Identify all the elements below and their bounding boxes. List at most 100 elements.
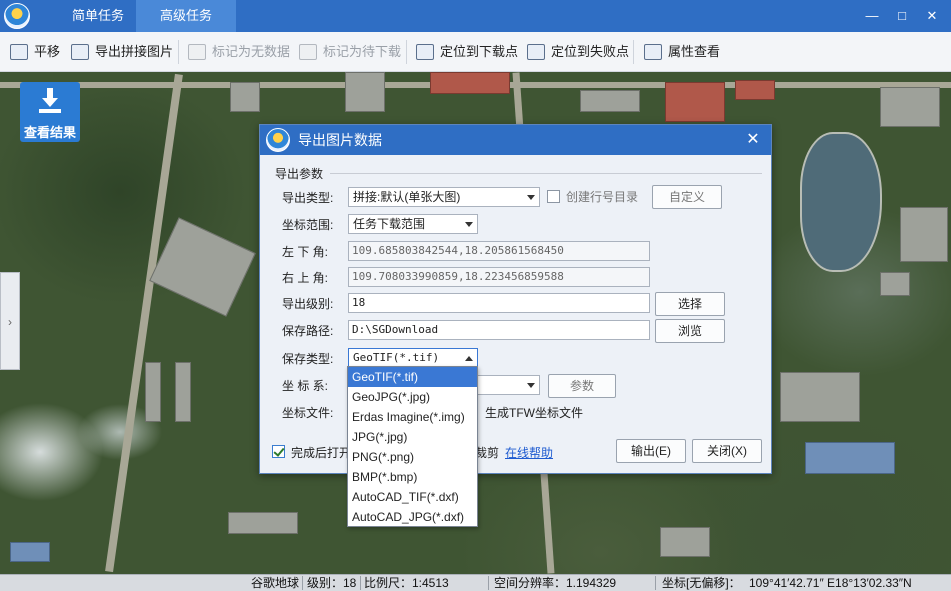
download-icon bbox=[39, 88, 61, 113]
coord-range-value: 任务下载范围 bbox=[353, 217, 426, 231]
save-type-option[interactable]: GeoJPG(*.jpg) bbox=[348, 387, 477, 407]
chevron-up-icon bbox=[465, 356, 473, 361]
side-panel-toggle[interactable]: › bbox=[0, 272, 20, 370]
status-bar: 谷歌地球 级别：18 比例尺：1:4513 空间分辨率：1.194329 坐标[… bbox=[0, 574, 951, 591]
map-building bbox=[228, 512, 298, 534]
map-building bbox=[780, 372, 860, 422]
coord-sys-label: 坐 标 系: bbox=[282, 379, 329, 393]
export-image-icon bbox=[71, 44, 89, 60]
tfw-label: 生成TFW坐标文件 bbox=[485, 406, 583, 420]
map-building bbox=[580, 90, 640, 112]
save-type-label: 保存类型: bbox=[282, 352, 334, 366]
properties-button[interactable]: 属性查看 bbox=[644, 41, 720, 63]
pan-button[interactable]: 平移 bbox=[10, 41, 60, 63]
save-type-option[interactable]: AutoCAD_JPG(*.dxf) bbox=[348, 507, 477, 527]
save-type-option[interactable]: AutoCAD_TIF(*.dxf) bbox=[348, 487, 477, 507]
locate-failed-label: 定位到失败点 bbox=[551, 44, 630, 59]
export-level-label: 导出级别: bbox=[282, 297, 334, 311]
save-type-option[interactable]: JPG(*.jpg) bbox=[348, 427, 477, 447]
toolbar-divider bbox=[633, 40, 634, 64]
upper-right-field[interactable]: 109.708033990859,18.223456859588 bbox=[348, 267, 650, 287]
coord-range-label: 坐标范围: bbox=[282, 218, 334, 232]
coord-value: 109°41′42.71″ E18°13′02.33″N bbox=[749, 576, 912, 590]
lower-left-field[interactable]: 109.685803842544,18.205861568450 bbox=[348, 241, 650, 261]
locate-downloaded-icon bbox=[416, 44, 434, 60]
open-after-label: 完成后打开 bbox=[291, 446, 352, 460]
maximize-button[interactable]: □ bbox=[892, 6, 912, 26]
status-divider bbox=[360, 576, 361, 590]
app-logo-icon bbox=[4, 3, 30, 29]
status-divider bbox=[488, 576, 489, 590]
export-type-select[interactable]: 拼接:默认(单张大图) bbox=[348, 187, 540, 207]
group-divider bbox=[330, 173, 762, 174]
dialog-title: 导出图片数据 bbox=[298, 132, 382, 148]
hand-pan-icon bbox=[10, 44, 28, 60]
map-building bbox=[880, 87, 940, 127]
locate-downloaded-button[interactable]: 定位到下载点 bbox=[416, 41, 518, 63]
export-type-value: 拼接:默认(单张大图) bbox=[353, 190, 461, 204]
create-row-dir-checkbox[interactable] bbox=[547, 190, 560, 203]
coord-file-label: 坐标文件: bbox=[282, 406, 334, 420]
save-type-select[interactable]: GeoTIF(*.tif) bbox=[348, 348, 478, 368]
open-after-checkbox[interactable] bbox=[272, 445, 285, 458]
chevron-down-icon bbox=[465, 222, 473, 227]
export-image-dialog: 导出图片数据 ✕ 导出参数 导出类型: 拼接:默认(单张大图) 创建行号目录 自… bbox=[259, 124, 772, 474]
save-path-label: 保存路径: bbox=[282, 324, 334, 338]
map-building bbox=[805, 442, 895, 474]
map-source: 谷歌地球 bbox=[251, 576, 300, 590]
toolbar-divider bbox=[178, 40, 179, 64]
pan-label: 平移 bbox=[34, 44, 61, 59]
export-mosaic-label: 导出拼接图片 bbox=[95, 44, 174, 59]
save-type-option[interactable]: BMP(*.bmp) bbox=[348, 467, 477, 487]
map-building bbox=[880, 272, 910, 296]
toolbar-divider bbox=[406, 40, 407, 64]
save-type-option[interactable]: Erdas Imagine(*.img) bbox=[348, 407, 477, 427]
params-button[interactable]: 参数 bbox=[548, 374, 616, 398]
custom-button[interactable]: 自定义 bbox=[652, 185, 722, 209]
map-building bbox=[175, 362, 191, 422]
create-row-dir-label: 创建行号目录 bbox=[566, 190, 639, 204]
status-divider bbox=[302, 576, 303, 590]
properties-icon bbox=[644, 44, 662, 60]
map-building bbox=[149, 217, 256, 317]
tab-advanced-task[interactable]: 高级任务 bbox=[136, 0, 236, 32]
dialog-close-button[interactable]: ✕ bbox=[743, 130, 763, 150]
dialog-title-bar: 导出图片数据 ✕ bbox=[260, 125, 771, 155]
status-divider bbox=[655, 576, 656, 590]
view-results-button[interactable]: 查看结果 bbox=[20, 82, 80, 142]
spatial-resolution: 空间分辨率：1.194329 bbox=[494, 576, 617, 590]
mark-pending-icon bbox=[299, 44, 317, 60]
export-level-field[interactable]: 18 bbox=[348, 293, 650, 313]
export-type-label: 导出类型: bbox=[282, 191, 334, 205]
properties-label: 属性查看 bbox=[668, 44, 721, 59]
title-bar: 简单任务 高级任务 — □ ✕ bbox=[0, 0, 951, 32]
mark-pending-button[interactable]: 标记为待下载 bbox=[299, 41, 401, 63]
locate-failed-button[interactable]: 定位到失败点 bbox=[527, 41, 629, 63]
map-building bbox=[10, 542, 50, 562]
close-dialog-button[interactable]: 关闭(X) bbox=[692, 439, 762, 463]
map-building bbox=[665, 82, 725, 122]
online-help-link[interactable]: 在线帮助 bbox=[505, 444, 553, 461]
close-window-button[interactable]: ✕ bbox=[922, 6, 942, 26]
zoom-level: 级别：18 bbox=[307, 576, 357, 590]
chevron-down-icon bbox=[527, 195, 535, 200]
coord-label: 坐标[无偏移]： bbox=[662, 576, 741, 590]
mark-nodata-label: 标记为无数据 bbox=[212, 44, 291, 59]
save-path-field[interactable]: D:\SGDownload bbox=[348, 320, 650, 340]
dialog-logo-icon bbox=[266, 128, 290, 152]
minimize-button[interactable]: — bbox=[862, 6, 882, 26]
coord-range-select[interactable]: 任务下载范围 bbox=[348, 214, 478, 234]
browse-button[interactable]: 浏览 bbox=[655, 319, 725, 343]
select-level-button[interactable]: 选择 bbox=[655, 292, 725, 316]
lower-left-label: 左 下 角: bbox=[282, 245, 329, 259]
save-type-option[interactable]: GeoTIF(*.tif) bbox=[348, 367, 477, 387]
export-button[interactable]: 输出(E) bbox=[616, 439, 686, 463]
export-mosaic-button[interactable]: 导出拼接图片 bbox=[71, 41, 173, 63]
map-road bbox=[105, 73, 183, 573]
chevron-down-icon bbox=[527, 383, 535, 388]
save-type-option[interactable]: PNG(*.png) bbox=[348, 447, 477, 467]
map-scale: 比例尺：1:4513 bbox=[364, 576, 449, 590]
mark-nodata-button[interactable]: 标记为无数据 bbox=[188, 41, 290, 63]
map-lake bbox=[800, 132, 882, 272]
save-type-value: GeoTIF(*.tif) bbox=[353, 351, 440, 364]
